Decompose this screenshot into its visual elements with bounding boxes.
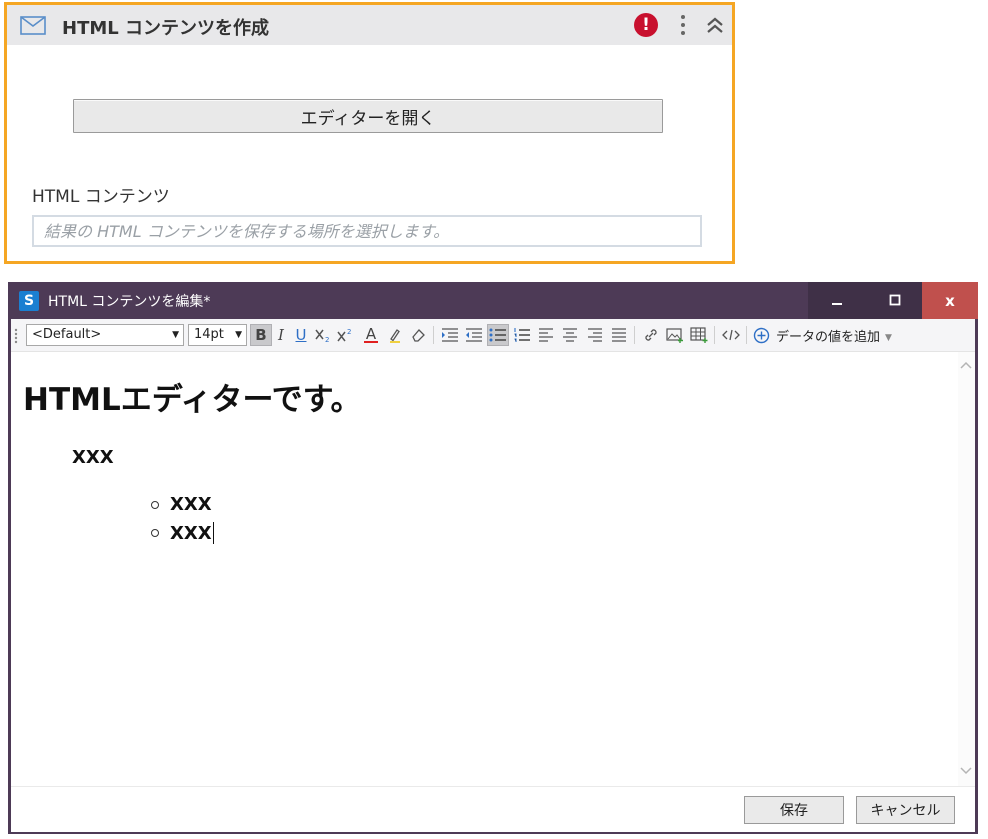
scroll-up-icon[interactable] [960,358,972,372]
font-family-select[interactable]: <Default> ▼ [26,324,184,346]
link-icon [645,329,657,341]
maximize-button[interactable] [866,282,924,319]
mail-icon [20,16,46,39]
close-icon: x [945,291,955,310]
bullet-list-button[interactable] [487,324,509,346]
html-editor-window: S HTML コンテンツを編集* x <Default> ▼ 14pt ▼ B … [8,282,978,834]
close-button[interactable]: x [922,282,978,319]
table-icon [690,327,708,343]
font-size-value: 14pt [194,327,224,342]
maximize-icon [889,292,901,310]
link-button[interactable] [640,324,662,346]
align-center-button[interactable] [559,324,581,346]
vertical-scrollbar[interactable] [958,352,975,786]
align-right-icon [588,328,602,342]
highlight-button[interactable] [384,324,406,346]
add-data-value-label: データの値を追加 [776,329,881,345]
chevron-down-icon: ▼ [172,330,179,340]
underline-button[interactable]: U [290,324,312,346]
bold-button[interactable]: B [250,324,272,346]
image-button[interactable] [664,324,686,346]
font-size-select[interactable]: 14pt ▼ [188,324,247,346]
text-caret [212,522,214,544]
superscript-icon: 2 [337,328,351,342]
list-item-text: XXX [170,494,212,515]
subscript-button[interactable]: 2 [312,324,334,346]
more-options-icon[interactable] [679,13,687,41]
italic-icon: I [278,326,284,344]
align-right-button[interactable] [584,324,606,346]
save-button[interactable]: 保存 [744,796,844,824]
numbered-list-icon [514,328,530,342]
cancel-button[interactable]: キャンセル [856,796,955,824]
underline-icon: U [295,326,307,344]
outdent-button[interactable] [463,324,485,346]
align-left-button[interactable] [535,324,557,346]
dialog-footer: 保存 キャンセル [11,786,975,832]
bold-icon: B [255,326,267,344]
html-content-activity: HTML コンテンツを作成 ! エディターを開く HTML コンテンツ [4,2,735,264]
source-code-button[interactable] [720,324,742,346]
subscript-icon: 2 [315,329,329,343]
highlight-icon [390,329,400,343]
font-color-icon: A [365,325,377,343]
activity-title: HTML コンテンツを作成 [62,18,269,39]
list-bullet-icon [151,529,159,537]
font-family-value: <Default> [32,327,102,342]
editor-client-area: <Default> ▼ 14pt ▼ B I U 2 2 A データの値を追加 … [11,319,975,832]
outdent-icon [466,328,482,342]
indent-button[interactable] [439,324,461,346]
list-item: XXX [151,522,214,544]
html-content-label: HTML コンテンツ [32,187,170,207]
list-item-text: XXX [170,522,212,544]
minimize-button[interactable] [808,282,866,319]
app-icon: S [19,291,39,311]
svg-text:2: 2 [347,328,351,336]
align-left-icon [539,328,553,342]
toolbar-grip-icon[interactable] [14,328,18,348]
align-center-icon [563,328,577,342]
plus-circle-icon [753,327,770,343]
collapse-icon[interactable] [705,15,725,39]
eraser-button[interactable] [407,324,429,346]
font-color-button[interactable]: A [360,324,382,346]
numbered-list-button[interactable] [511,324,533,346]
activity-header[interactable]: HTML コンテンツを作成 ! [7,5,732,45]
html-content-input[interactable] [32,215,702,247]
list-bullet-icon [151,500,159,509]
open-editor-button[interactable]: エディターを開く [73,99,663,133]
table-button[interactable] [688,324,710,346]
scroll-down-icon[interactable] [960,764,972,778]
indent-icon [442,328,458,342]
chevron-down-icon: ▼ [235,330,242,340]
superscript-button[interactable]: 2 [334,324,356,346]
content-paragraph: XXX [72,447,114,468]
eraser-icon [412,329,425,342]
italic-button[interactable]: I [270,324,292,346]
bullet-list-icon [489,328,506,342]
error-icon[interactable]: ! [634,13,658,37]
editor-content-area[interactable]: HTMLエディターです。 XXX XXX XXX [11,352,958,786]
svg-text:2: 2 [325,336,329,343]
toolbar-overflow-icon[interactable]: ▼ [885,333,892,343]
formatting-toolbar: <Default> ▼ 14pt ▼ B I U 2 2 A データの値を追加 … [11,319,975,352]
justify-button[interactable] [608,324,630,346]
window-title: HTML コンテンツを編集* [48,294,211,310]
list-item: XXX [151,494,212,515]
image-icon [666,328,683,343]
code-icon [722,329,740,341]
justify-icon [612,328,626,342]
content-heading: HTMLエディターです。 [23,382,362,418]
add-data-value-button[interactable]: データの値を追加 [753,324,880,346]
minimize-icon [831,292,843,310]
title-bar[interactable]: S HTML コンテンツを編集* x [8,282,978,319]
